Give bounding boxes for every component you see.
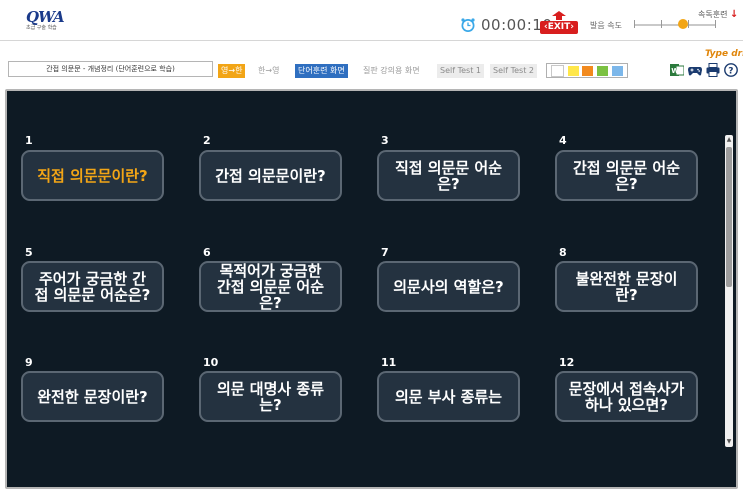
- question-card[interactable]: 불완전한 문장이란?: [555, 261, 698, 312]
- question-card[interactable]: 의문사의 역할은?: [377, 261, 520, 312]
- question-card[interactable]: 목적어가 궁금한 간접 의문문 어순은?: [199, 261, 342, 312]
- type-drill-link[interactable]: Type drill: [705, 49, 743, 59]
- exit-label: ‹EXIT›: [540, 21, 578, 34]
- card-number: 5: [25, 246, 33, 259]
- question-card-label: 목적어가 궁금한 간접 의문문 어순은?: [216, 261, 325, 312]
- question-card[interactable]: 간접 의문문이란?: [199, 150, 342, 201]
- question-card-label: 직접 의문문 어순은?: [394, 158, 503, 193]
- question-card[interactable]: 주어가 궁금한 간접 의문문 어순은?: [21, 261, 164, 312]
- scroll-down-icon[interactable]: ▼: [725, 437, 733, 447]
- speed-tick: [634, 20, 635, 28]
- question-card-label: 의문사의 역할은?: [393, 277, 504, 296]
- board-scrollbar[interactable]: ▲ ▼: [725, 135, 733, 447]
- card-board: 1 직접 의문문이란? 2 간접 의문문이란? 3 직접 의문문 어순은? 4 간접 의문문 …: [5, 89, 738, 489]
- card-number: 6: [203, 246, 211, 259]
- color-swatches: [546, 63, 628, 78]
- card-number: 7: [381, 246, 389, 259]
- exit-arrow-icon: [552, 11, 566, 20]
- card-number: 3: [381, 134, 389, 147]
- speed-label: 발음 속도: [590, 21, 622, 30]
- app-logo: QWA 초급 구술 학습: [26, 8, 70, 32]
- card-number: 10: [203, 356, 219, 369]
- card-number: 9: [25, 356, 33, 369]
- self-test-2-button[interactable]: Self Test 2: [490, 64, 537, 78]
- speed-tick: [661, 20, 662, 28]
- card-number: 1: [25, 134, 33, 147]
- scroll-thumb[interactable]: [726, 147, 732, 287]
- gamepad-icon[interactable]: [688, 63, 702, 77]
- question-card[interactable]: 직접 의문문이란?: [21, 150, 164, 201]
- card-number: 11: [381, 356, 397, 369]
- lang-en-ko-button[interactable]: 영→한: [218, 64, 246, 78]
- question-card-label: 불완전한 문장이란?: [575, 269, 678, 304]
- tool-icons: W ?: [670, 62, 738, 78]
- lesson-title: 간접 의문문 - 개념정리 (단어훈련으로 학습): [8, 61, 213, 77]
- question-card-label: 완전한 문장이란?: [37, 387, 148, 406]
- word-export-icon[interactable]: W: [670, 63, 684, 77]
- question-card[interactable]: 문장에서 접속사가 하나 있으면?: [555, 371, 698, 422]
- swatch-white[interactable]: [550, 64, 564, 77]
- help-icon[interactable]: ?: [724, 63, 738, 77]
- scroll-up-icon[interactable]: ▲: [725, 135, 733, 145]
- self-test-1-button[interactable]: Self Test 1: [437, 64, 484, 78]
- exit-button[interactable]: ‹EXIT›: [540, 10, 578, 34]
- question-card[interactable]: 직접 의문문 어순은?: [377, 150, 520, 201]
- card-number: 4: [559, 134, 567, 147]
- card-number: 12: [559, 356, 575, 369]
- word-training-screen-button[interactable]: 단어훈련 화면: [295, 64, 348, 78]
- question-card[interactable]: 의문 대명사 종류는?: [199, 371, 342, 422]
- question-card-label: 직접 의문문이란?: [37, 166, 148, 185]
- word-training-toggle[interactable]: 속독훈련 ↓: [698, 9, 738, 20]
- question-card-label: 간접 의문문이란?: [215, 166, 326, 185]
- swatch-blue[interactable]: [612, 65, 624, 76]
- card-number: 8: [559, 246, 567, 259]
- speed-tick: [715, 20, 716, 28]
- card-number: 2: [203, 134, 211, 147]
- clock-icon: [461, 18, 475, 32]
- question-card[interactable]: 의문 부사 종류는: [377, 371, 520, 422]
- lecture-screen-button[interactable]: 질판 강의용 화면: [360, 64, 423, 78]
- word-training-label: 속독훈련: [698, 10, 728, 19]
- svg-text:W: W: [671, 67, 679, 75]
- question-card-label: 간접 의문문 어순은?: [572, 158, 681, 193]
- question-card-label: 주어가 궁금한 간접 의문문 어순은?: [34, 269, 151, 304]
- timer: 00:00:10: [460, 15, 552, 35]
- swatch-orange[interactable]: [582, 65, 594, 76]
- down-arrow-icon: ↓: [730, 9, 739, 20]
- speed-tick: [688, 20, 689, 28]
- speed-thumb[interactable]: [678, 19, 688, 29]
- header-divider: [0, 40, 743, 41]
- print-icon[interactable]: [706, 63, 720, 77]
- question-card-label: 문장에서 접속사가 하나 있으면?: [568, 379, 685, 414]
- svg-text:?: ?: [728, 67, 733, 77]
- question-card[interactable]: 간접 의문문 어순은?: [555, 150, 698, 201]
- swatch-green[interactable]: [597, 65, 609, 76]
- question-card-label: 의문 대명사 종류는?: [216, 379, 325, 414]
- swatch-yellow[interactable]: [567, 65, 579, 76]
- logo-subtext: 초급 구술 학습: [26, 25, 57, 31]
- speed-track: [634, 24, 716, 26]
- lang-ko-en-button[interactable]: 한→영: [255, 64, 282, 78]
- question-card-label: 의문 부사 종류는: [394, 387, 503, 406]
- speed-slider[interactable]: [634, 19, 716, 29]
- question-card[interactable]: 완전한 문장이란?: [21, 371, 164, 422]
